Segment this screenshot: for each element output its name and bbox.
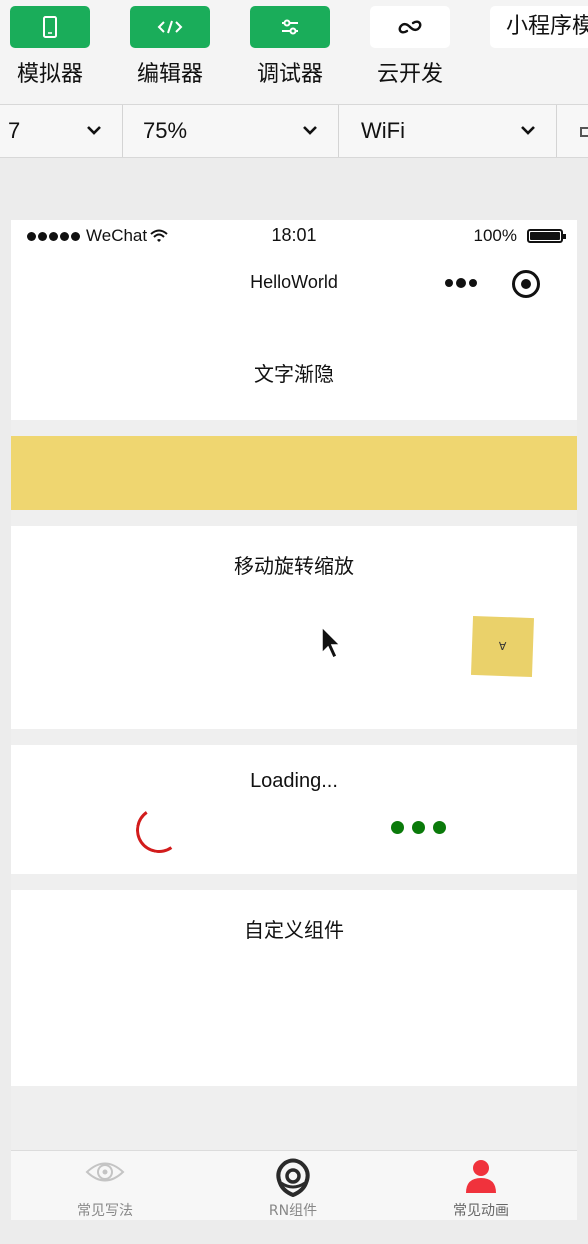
simulator-label: 模拟器	[16, 62, 83, 87]
text-fade-section: 文字渐隐	[11, 316, 577, 420]
transform-animation-box: ∀	[470, 615, 535, 678]
phone-simulator: WeChat 18:01 100% HelloWorld 文字渐隐 移动旋转缩放…	[11, 220, 577, 1220]
tab-common-syntax[interactable]: 常见写法	[11, 1151, 199, 1220]
debugger-button[interactable]	[250, 6, 330, 48]
eye-icon	[85, 1162, 125, 1182]
loading-section: Loading...	[11, 745, 577, 874]
tab-label: 常见写法	[77, 1203, 133, 1219]
ide-toolbar: 模拟器 编辑器 调试器 云开发 小程序模	[0, 0, 588, 104]
chevron-down-icon	[521, 126, 535, 135]
debugger-tool[interactable]: 调试器	[250, 6, 330, 88]
device-select-value: 7	[8, 118, 21, 143]
network-select-value: WiFi	[361, 118, 405, 143]
tab-label: 常见动画	[453, 1203, 509, 1219]
loading-title: Loading...	[250, 770, 338, 792]
tab-common-animations[interactable]: 常见动画	[387, 1151, 575, 1220]
tab-bar: 常见写法 RN组件 常见动画	[11, 1150, 577, 1220]
cloud-label: 云开发	[376, 62, 443, 87]
page-title: HelloWorld	[250, 272, 338, 292]
device-select[interactable]: 7	[0, 105, 123, 157]
cloud-tool[interactable]: 云开发	[370, 6, 450, 88]
sliders-icon	[282, 19, 298, 35]
zoom-select[interactable]: 75%	[123, 105, 339, 157]
custom-component-section: 自定义组件	[11, 890, 577, 1086]
battery-icon	[527, 229, 566, 243]
tab-label: RN组件	[268, 1203, 318, 1219]
editor-tool[interactable]: 编辑器	[130, 6, 210, 88]
editor-label: 编辑器	[136, 62, 203, 87]
network-select[interactable]: WiFi	[339, 105, 557, 157]
more-options-icon[interactable]	[445, 278, 480, 288]
overflow-option-icon[interactable]	[580, 127, 588, 137]
cloud-link-icon	[398, 20, 422, 34]
mouse-cursor-icon	[321, 625, 342, 660]
phone-icon	[43, 16, 57, 38]
transform-box-glyph: ∀	[498, 640, 507, 654]
transform-title: 移动旋转缩放	[234, 556, 354, 578]
user-icon	[466, 1160, 496, 1193]
fade-animation-bar	[11, 436, 577, 510]
simulator-tool[interactable]: 模拟器	[10, 6, 90, 88]
chevron-down-icon	[87, 126, 101, 135]
tab-rn-components[interactable]: RN组件	[199, 1151, 387, 1220]
react-native-logo-icon	[276, 1158, 310, 1197]
cloud-button[interactable]	[370, 6, 450, 48]
status-bar: WeChat 18:01 100%	[11, 220, 577, 250]
mini-program-tab[interactable]: 小程序模	[490, 6, 588, 48]
battery-percent: 100%	[473, 226, 517, 245]
loading-dots	[391, 821, 454, 834]
text-fade-title: 文字渐隐	[254, 364, 334, 386]
mini-program-navbar: HelloWorld	[11, 250, 577, 316]
close-target-icon[interactable]	[512, 270, 540, 298]
simulator-options-bar: 7 75% WiFi	[0, 104, 588, 158]
simulator-button[interactable]	[10, 6, 90, 48]
editor-button[interactable]	[130, 6, 210, 48]
zoom-select-value: 75%	[143, 118, 188, 143]
debugger-label: 调试器	[256, 62, 323, 87]
chevron-down-icon	[303, 126, 317, 135]
custom-component-title: 自定义组件	[244, 920, 344, 942]
code-icon	[157, 20, 183, 34]
